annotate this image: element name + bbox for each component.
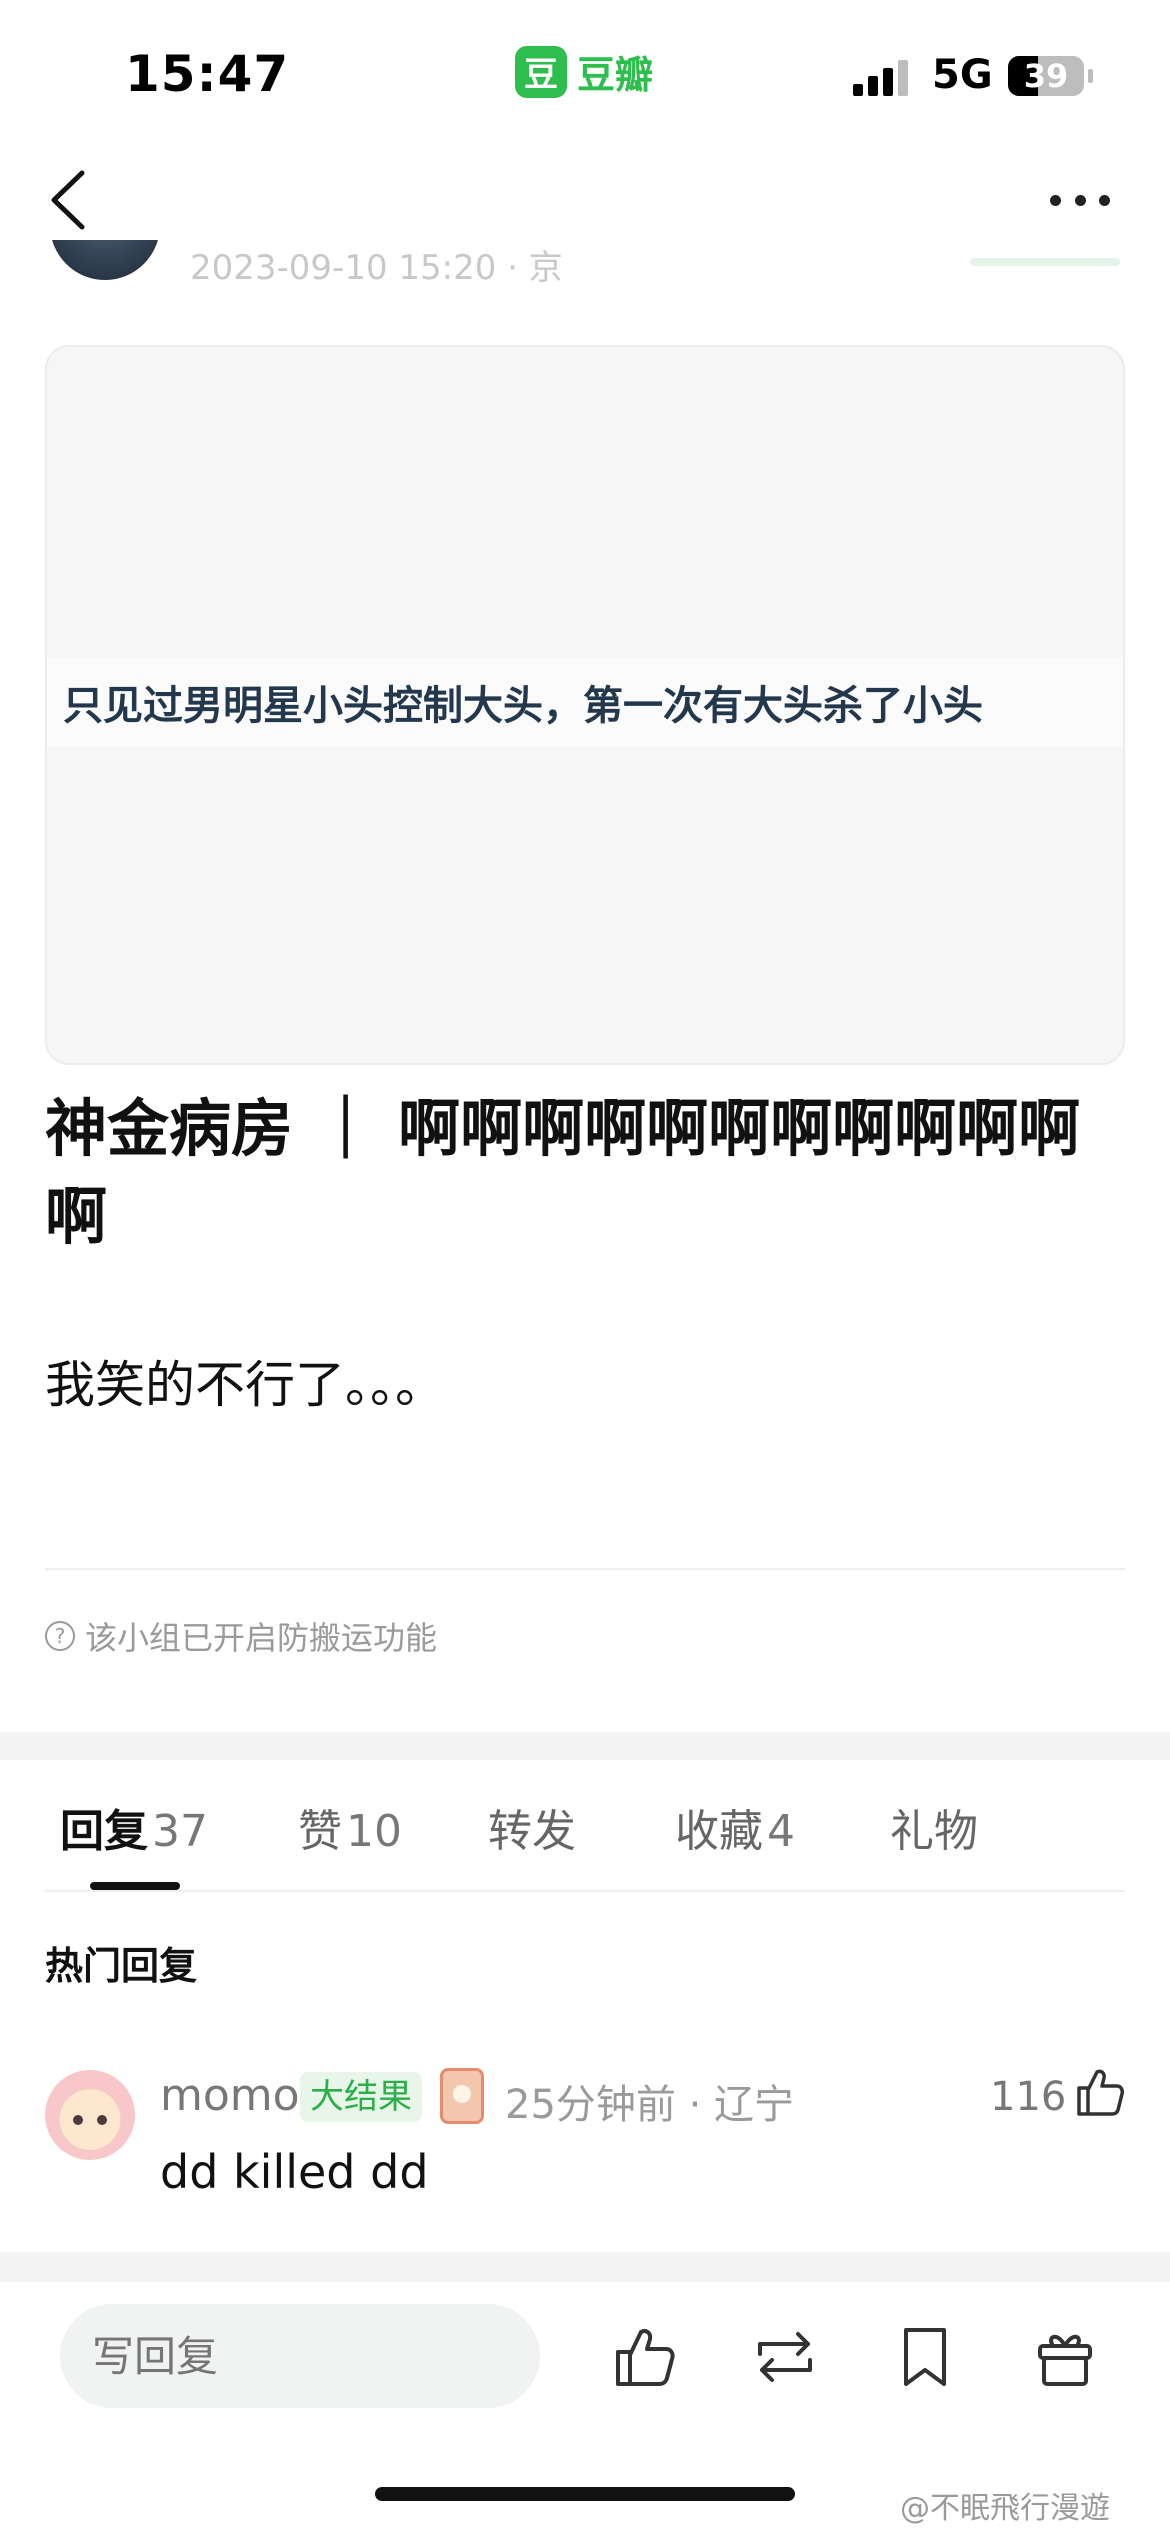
thumbs-up-icon[interactable]: [610, 2322, 680, 2392]
post-image[interactable]: 只见过男明星小头控制大头，第一次有大头杀了小头: [45, 345, 1125, 1065]
tabs-underline: [45, 1890, 1125, 1892]
tab-count: 4: [767, 1806, 795, 1857]
more-button[interactable]: [1040, 180, 1120, 220]
thumbs-up-icon[interactable]: [1075, 2066, 1125, 2118]
author-strip: 2023-09-10 15:20 · 京: [0, 240, 1170, 300]
post-body: 我笑的不行了。。。: [45, 1356, 445, 1414]
app-name: 豆瓣: [577, 53, 654, 97]
watermark: @不眠飛行漫遊: [900, 2491, 1110, 2526]
more-dots-icon: [1050, 194, 1061, 206]
home-indicator[interactable]: [375, 2487, 795, 2501]
author-meta: 2023-09-10 15:20 · 京: [190, 248, 563, 288]
hot-replies-heading: 热门回复: [45, 1944, 198, 1988]
reply-badge: 大结果: [300, 2072, 422, 2122]
battery-cap: [1088, 69, 1093, 83]
section-separator: [0, 1732, 1170, 1760]
medal-icon: [440, 2068, 484, 2124]
signal-icon: [853, 58, 913, 96]
reply-username[interactable]: momo: [160, 2070, 300, 2121]
gift-icon[interactable]: [1030, 2322, 1100, 2392]
tab-label: 赞: [298, 1806, 342, 1857]
follow-button[interactable]: [970, 258, 1120, 266]
author-avatar[interactable]: [50, 240, 160, 280]
tab-likes[interactable]: 赞10: [298, 1795, 402, 1859]
reply-item: momo 大结果 25分钟前 · 辽宁 116 dd killed dd: [0, 2060, 1170, 2240]
chevron-left-icon: [51, 170, 85, 230]
tab-label: 转发: [488, 1806, 576, 1857]
app-badge: 豆 豆瓣: [515, 44, 653, 99]
clock: 15:47: [125, 45, 290, 103]
douban-logo-icon: 豆: [515, 45, 567, 98]
reply-input[interactable]: [60, 2304, 540, 2408]
section-separator: [0, 2252, 1170, 2282]
repost-icon[interactable]: [750, 2322, 820, 2392]
bookmark-icon[interactable]: [890, 2322, 960, 2392]
tab-count: 10: [346, 1806, 402, 1857]
tab-reposts[interactable]: 转发: [488, 1795, 576, 1859]
image-caption-band: 只见过男明星小头控制大头，第一次有大头杀了小头: [47, 657, 1123, 747]
notice-text: 该小组已开启防搬运功能: [85, 1619, 438, 1657]
network-type: 5G: [932, 52, 993, 98]
post-title: 神金病房 ｜ 啊啊啊啊啊啊啊啊啊啊啊啊: [45, 1092, 1081, 1253]
question-circle-icon[interactable]: ?: [45, 1621, 75, 1651]
tab-replies[interactable]: 回复37: [60, 1795, 208, 1859]
reply-time-location: 25分钟前 · 辽宁: [505, 2082, 795, 2128]
tab-label: 回复: [60, 1806, 148, 1857]
active-tab-indicator: [90, 1882, 180, 1890]
tab-gifts[interactable]: 礼物: [890, 1795, 978, 1859]
divider: [45, 1568, 1125, 1570]
avatar[interactable]: [45, 2070, 135, 2160]
status-bar: 15:47 豆 豆瓣 5G 39: [0, 0, 1170, 140]
image-caption: 只见过男明星小头控制大头，第一次有大头杀了小头: [63, 683, 983, 729]
battery-icon: 39: [1008, 56, 1084, 96]
interaction-tabs: 回复37 赞10 转发 收藏4 礼物: [0, 1760, 1170, 1890]
back-button[interactable]: [40, 165, 100, 235]
tab-label: 收藏: [675, 1806, 763, 1857]
battery-level: 39: [1023, 57, 1069, 95]
reply-like-count: 116: [990, 2074, 1067, 2120]
reply-text: dd killed dd: [160, 2145, 429, 2199]
tab-count: 37: [152, 1806, 208, 1857]
anti-repost-notice: ? 该小组已开启防搬运功能: [45, 1613, 437, 1659]
tab-label: 礼物: [890, 1806, 978, 1857]
tab-favorites[interactable]: 收藏4: [675, 1795, 795, 1859]
